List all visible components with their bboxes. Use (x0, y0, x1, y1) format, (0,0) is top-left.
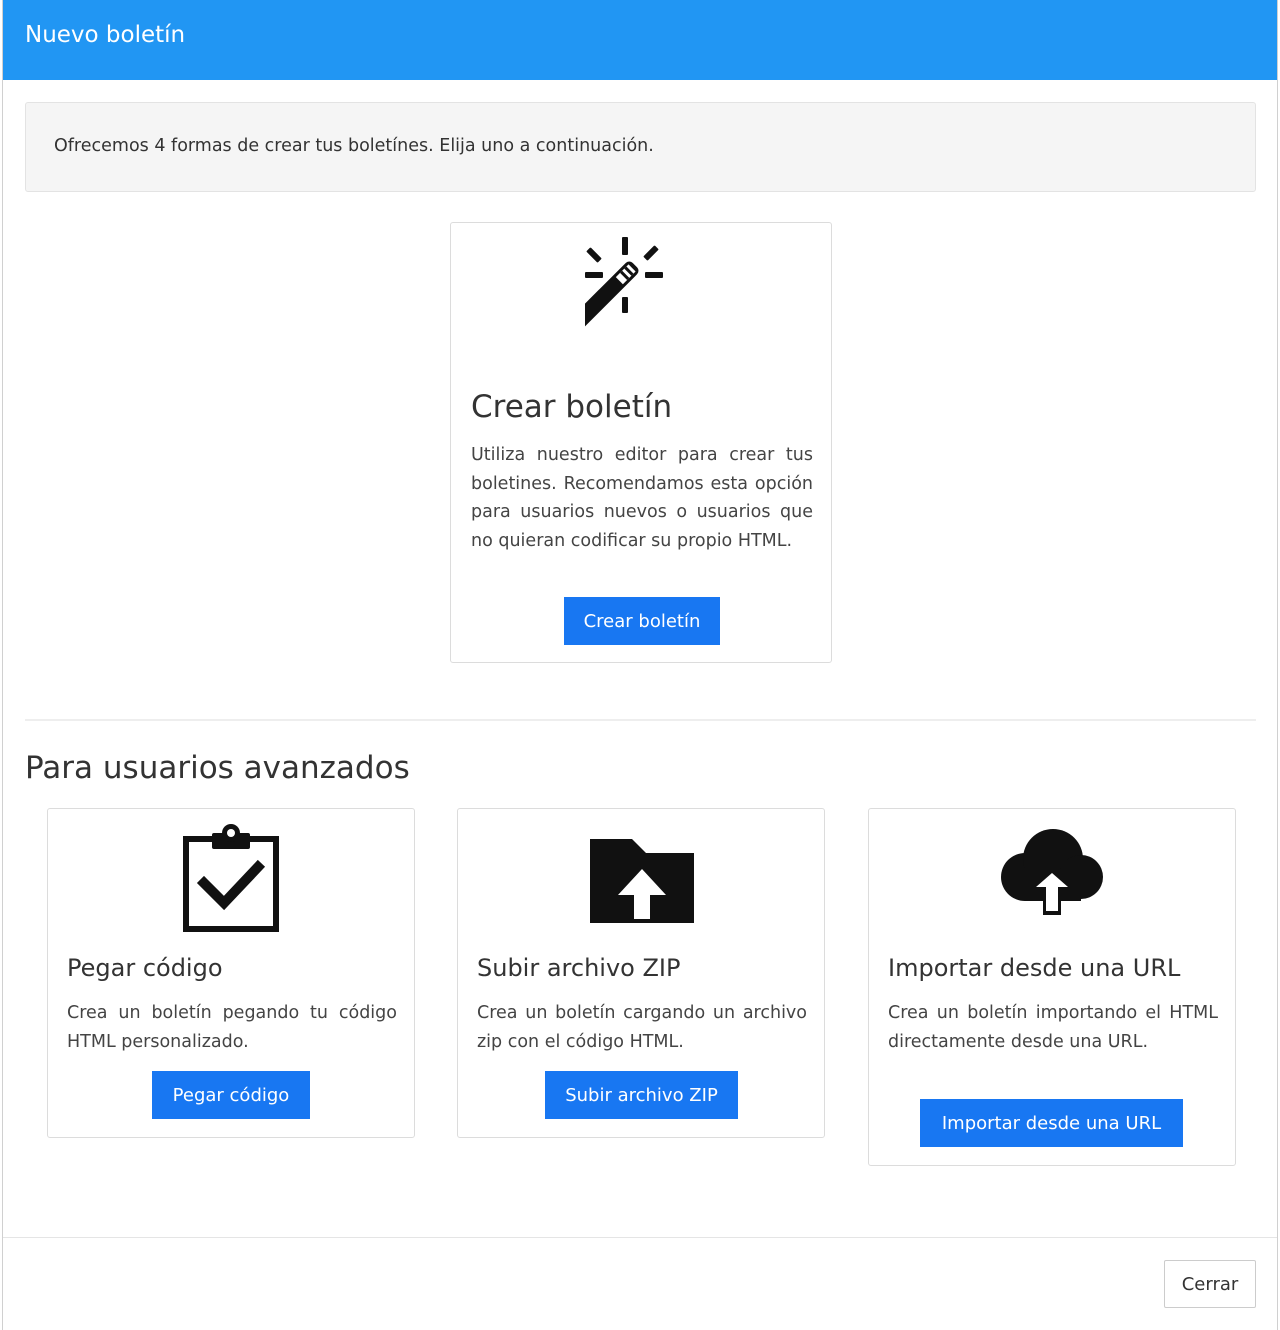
paste-code-card: Pegar código Crea un boletín pegando tu … (47, 808, 415, 1138)
upload-zip-description: Crea un boletín cargando un archivo zip … (477, 1003, 807, 1052)
advanced-section-title: Para usuarios avanzados (25, 750, 410, 786)
modal-header: Nuevo boletín (3, 0, 1277, 80)
new-newsletter-modal: Nuevo boletín Ofrecemos 4 formas de crea… (2, 0, 1278, 1330)
intro-text: Ofrecemos 4 formas de crear tus boletíne… (54, 136, 654, 156)
cloud-upload-icon (997, 827, 1107, 919)
import-url-button[interactable]: Importar desde una URL (920, 1099, 1183, 1147)
paste-code-title: Pegar código (67, 954, 223, 982)
intro-box: Ofrecemos 4 formas de crear tus boletíne… (25, 102, 1256, 192)
paste-code-description: Crea un boletín pegando tu código HTML p… (67, 1003, 397, 1052)
section-divider (25, 719, 1256, 721)
paste-code-button[interactable]: Pegar código (152, 1071, 310, 1119)
import-url-description: Crea un boletín importando el HTML direc… (888, 1003, 1218, 1052)
create-newsletter-card: Crear boletín Utiliza nuestro editor par… (450, 222, 832, 663)
close-button[interactable]: Cerrar (1164, 1260, 1256, 1308)
create-newsletter-description: Utiliza nuestro editor para crear tus bo… (471, 445, 813, 551)
upload-zip-card: Subir archivo ZIP Crea un boletín cargan… (457, 808, 825, 1138)
import-url-card: Importar desde una URL Crea un boletín i… (868, 808, 1236, 1166)
create-newsletter-title: Crear boletín (471, 389, 673, 425)
clipboard-check-icon (182, 823, 280, 933)
import-url-title: Importar desde una URL (888, 954, 1181, 982)
modal-title: Nuevo boletín (25, 22, 186, 48)
create-newsletter-button[interactable]: Crear boletín (564, 597, 720, 645)
folder-upload-icon (588, 835, 696, 925)
upload-zip-title: Subir archivo ZIP (477, 954, 681, 982)
modal-footer-divider (3, 1237, 1277, 1238)
upload-zip-button[interactable]: Subir archivo ZIP (545, 1071, 738, 1119)
magic-wand-icon (560, 235, 699, 351)
